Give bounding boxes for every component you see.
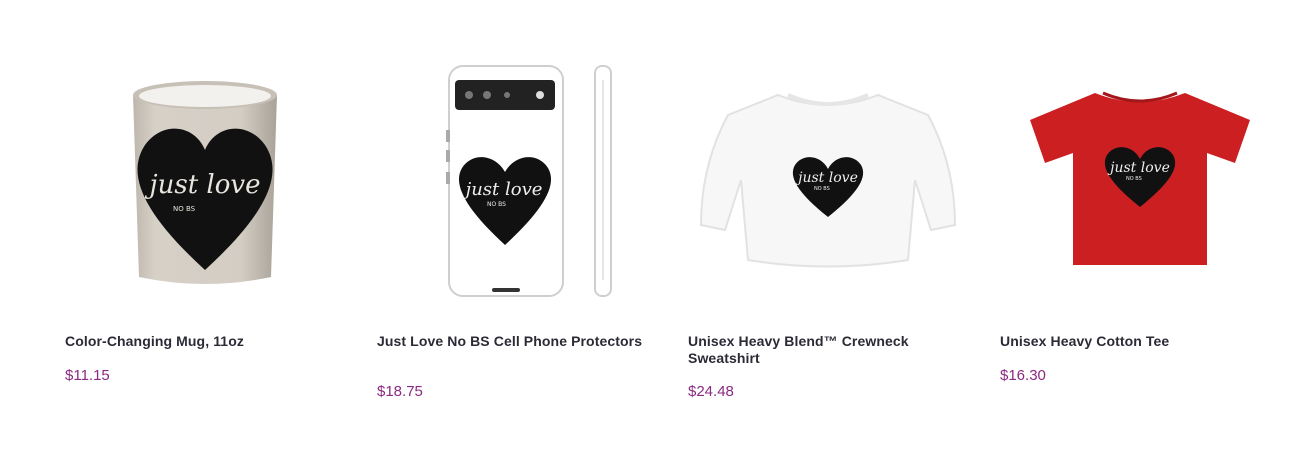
product-price: $24.48 [688, 383, 734, 400]
product-price: $16.30 [1000, 367, 1046, 384]
product-card-sweatshirt[interactable]: just love NO BS Unisex Heavy Blend™ Crew… [688, 0, 968, 449]
product-price: $18.75 [377, 383, 423, 400]
mug-print-text: just love [145, 170, 261, 200]
product-image-phone-case[interactable]: just love NO BS [377, 55, 657, 305]
product-card-tshirt[interactable]: just love NO BS Unisex Heavy Cotton Tee … [1000, 0, 1280, 449]
product-price: $11.15 [65, 367, 110, 384]
tshirt-print-text: just love [1107, 160, 1170, 176]
sweatshirt-print-subtext: NO BS [814, 186, 830, 192]
sweatshirt-icon: just love NO BS [699, 93, 957, 268]
product-grid: just love NO BS Color-Changing Mug, 11oz… [0, 0, 1306, 449]
product-image-mug[interactable]: just love NO BS [65, 55, 345, 305]
phone-print-subtext: NO BS [487, 201, 506, 208]
tshirt-icon: just love NO BS [1030, 91, 1250, 265]
product-title[interactable]: Color-Changing Mug, 11oz [65, 333, 335, 350]
phone-print-text: just love [462, 179, 543, 200]
product-image-tshirt[interactable]: just love NO BS [1000, 55, 1280, 305]
product-card-mug[interactable]: just love NO BS Color-Changing Mug, 11oz… [65, 0, 345, 449]
product-title[interactable]: Just Love No BS Cell Phone Protectors [377, 333, 647, 350]
product-image-sweatshirt[interactable]: just love NO BS [688, 55, 968, 305]
product-title[interactable]: Unisex Heavy Blend™ Crewneck Sweatshirt [688, 333, 958, 367]
mug-icon: just love NO BS [133, 81, 277, 284]
product-title[interactable]: Unisex Heavy Cotton Tee [1000, 333, 1270, 350]
sweatshirt-print-text: just love [795, 170, 858, 186]
tshirt-print-subtext: NO BS [1126, 176, 1142, 182]
product-card-phone-case[interactable]: just love NO BS Just Love No BS Cell Pho… [377, 0, 657, 449]
phone-case-icon: just love NO BS [446, 65, 612, 297]
mug-print-subtext: NO BS [173, 205, 196, 213]
